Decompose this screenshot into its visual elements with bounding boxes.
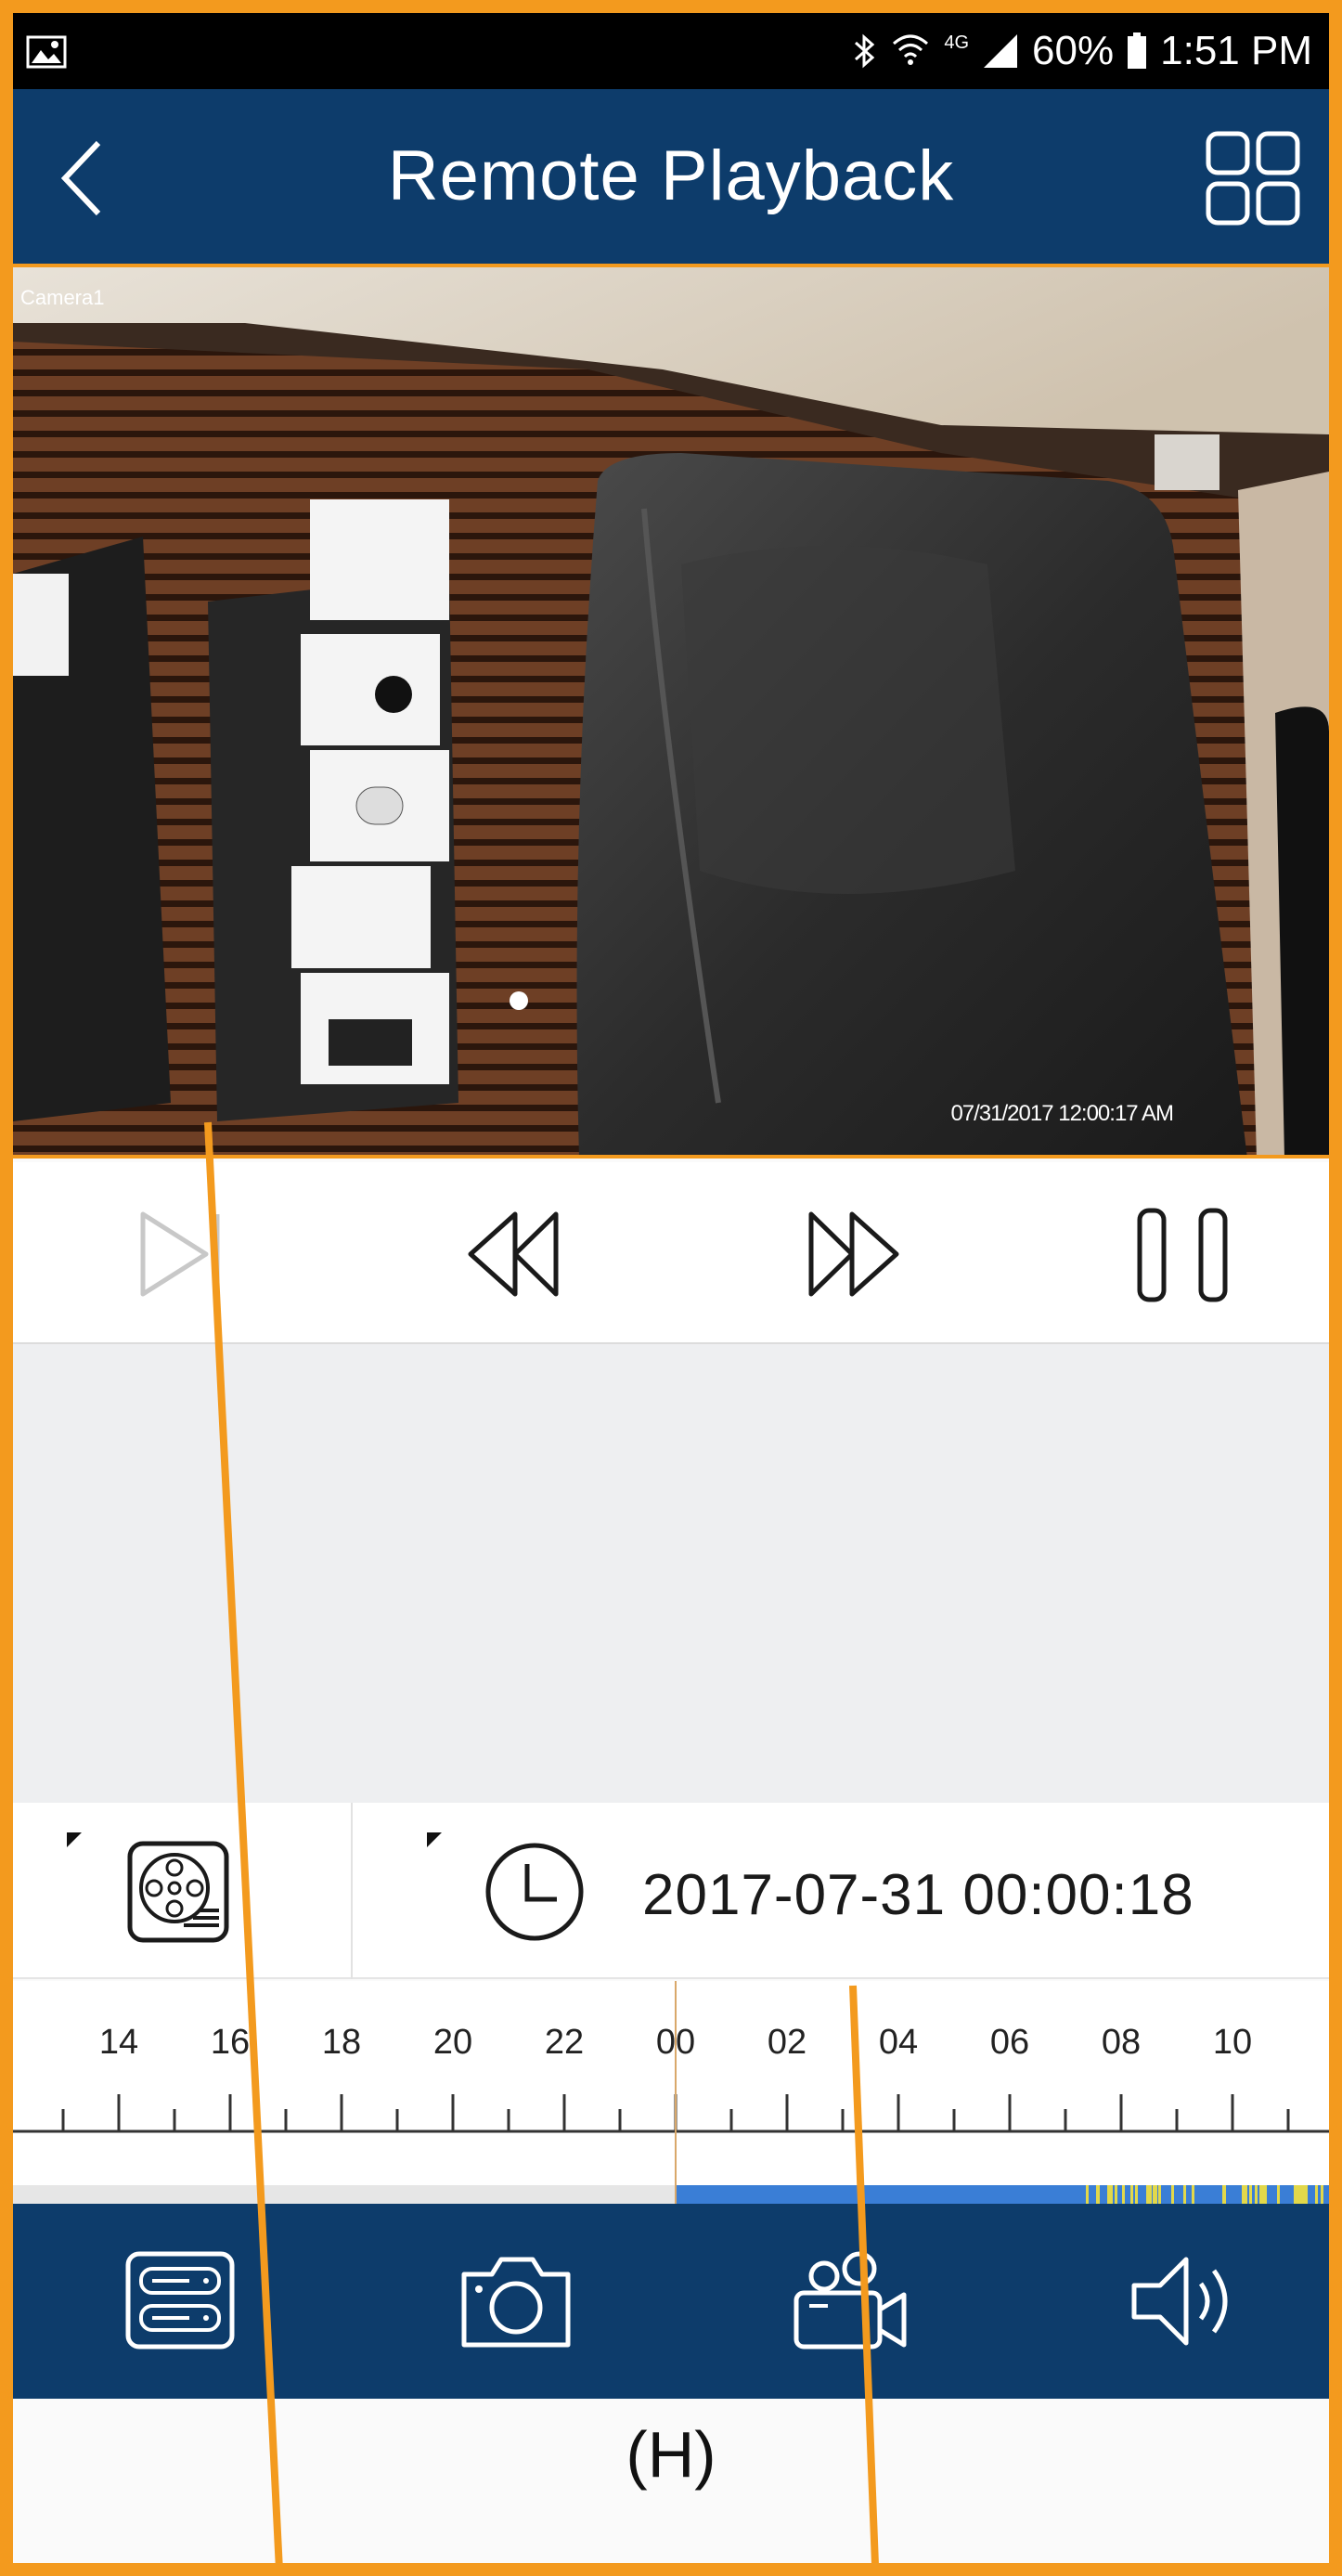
- bluetooth-icon: [853, 32, 877, 71]
- motion-event-mark: [1096, 2185, 1099, 2204]
- timeline-hour-label: 04: [879, 2023, 918, 2062]
- page-title: Remote Playback: [13, 136, 1329, 216]
- selected-date: 2017-07-31 00:00:18: [642, 1862, 1194, 1928]
- recording-segment: [676, 2185, 1329, 2204]
- motion-event-mark: [1110, 2185, 1113, 2204]
- battery-percent: 60%: [1032, 28, 1114, 74]
- camera-icon[interactable]: [457, 2248, 577, 2354]
- motion-event-mark: [1245, 2185, 1247, 2204]
- battery-icon: [1127, 32, 1147, 70]
- signal-icon: [982, 32, 1019, 70]
- motion-event-mark: [1277, 2185, 1280, 2204]
- motion-event-mark: [1171, 2185, 1174, 2204]
- motion-event-mark: [1149, 2185, 1152, 2204]
- timeline-hour-label: 16: [211, 2023, 250, 2062]
- fast-forward-icon[interactable]: [793, 1203, 913, 1305]
- screenshot-frame: 4G 60% 1:51 PM Remote Playback Camera1 0…: [0, 0, 1342, 2576]
- motion-event-mark: [1321, 2185, 1323, 2204]
- pause-icon[interactable]: [1117, 1203, 1238, 1305]
- video-camera-icon[interactable]: [791, 2248, 911, 2354]
- network-type-label: 4G: [944, 32, 969, 54]
- motion-event-mark: [1261, 2185, 1264, 2204]
- status-indicators: 4G 60% 1:51 PM: [853, 28, 1312, 74]
- timeline-hour-label: 10: [1213, 2023, 1252, 2062]
- motion-event-mark: [1183, 2185, 1186, 2204]
- motion-event-mark: [1122, 2185, 1125, 2204]
- motion-event-mark: [1107, 2185, 1110, 2204]
- motion-event-mark: [1155, 2185, 1157, 2204]
- record-type-selector[interactable]: [13, 1803, 353, 1979]
- motion-event-mark: [1297, 2185, 1299, 2204]
- motion-event-mark: [1135, 2185, 1138, 2204]
- video-timestamp: 07/31/2017 12:00:17 AM: [950, 1101, 1173, 1127]
- status-time: 1:51 PM: [1160, 28, 1312, 74]
- timeline-hour-label: 08: [1102, 2023, 1141, 2062]
- playback-controls: [13, 1162, 1329, 1344]
- timeline-hour-label: 22: [545, 2023, 584, 2062]
- motion-event-mark: [1115, 2185, 1117, 2204]
- selector-bar: 2017-07-31 00:00:18: [13, 1803, 1329, 1979]
- motion-event-mark: [1255, 2185, 1258, 2204]
- motion-event-mark: [1146, 2185, 1149, 2204]
- dropdown-corner-icon: [427, 1832, 442, 1847]
- motion-event-mark: [1315, 2185, 1318, 2204]
- storage-icon[interactable]: [123, 2248, 243, 2354]
- dropdown-corner-icon: [67, 1832, 82, 1847]
- timeline-empty-segment: [13, 2185, 676, 2204]
- timeline-hour-label: 02: [768, 2023, 806, 2062]
- timeline-hour-label: 06: [990, 2023, 1029, 2062]
- motion-event-mark: [1264, 2185, 1267, 2204]
- status-bar: 4G 60% 1:51 PM: [13, 13, 1329, 89]
- grid-layout-icon[interactable]: [1205, 130, 1301, 227]
- step-play-icon[interactable]: [115, 1203, 236, 1305]
- motion-event-mark: [1302, 2185, 1305, 2204]
- date-selector[interactable]: 2017-07-31 00:00:18: [353, 1803, 1329, 1979]
- timeline-hour-label: 18: [322, 2023, 361, 2062]
- clock-icon: [483, 1840, 587, 1944]
- camera-label: Camera1: [20, 286, 104, 310]
- gallery-icon: [26, 35, 67, 69]
- video-frame: [13, 267, 1329, 1159]
- timeline-hour-label: 20: [433, 2023, 472, 2062]
- speaker-icon[interactable]: [1125, 2248, 1245, 2354]
- motion-event-mark: [1130, 2185, 1133, 2204]
- bottom-toolbar: [13, 2204, 1329, 2399]
- app-header: Remote Playback: [13, 89, 1329, 267]
- motion-event-mark: [1158, 2185, 1161, 2204]
- video-player[interactable]: Camera1 07/31/2017 12:00:17 AM: [13, 267, 1329, 1159]
- timeline[interactable]: 14161820220002040608101: [13, 1981, 1329, 2204]
- motion-event-mark: [1223, 2185, 1226, 2204]
- film-reel-icon: [126, 1840, 230, 1944]
- timeline-hour-label: 14: [99, 2023, 138, 2062]
- motion-event-mark: [1249, 2185, 1252, 2204]
- figure-caption: (H): [13, 2417, 1329, 2492]
- motion-event-mark: [1086, 2185, 1089, 2204]
- motion-event-mark: [1305, 2185, 1308, 2204]
- wifi-icon: [890, 31, 931, 71]
- motion-event-mark: [1294, 2185, 1297, 2204]
- motion-event-mark: [1192, 2185, 1194, 2204]
- rewind-icon[interactable]: [454, 1203, 574, 1305]
- empty-panel: [13, 1344, 1329, 1803]
- timeline-ruler: 14161820220002040608101: [13, 1981, 1329, 2204]
- motion-event-mark: [1242, 2185, 1245, 2204]
